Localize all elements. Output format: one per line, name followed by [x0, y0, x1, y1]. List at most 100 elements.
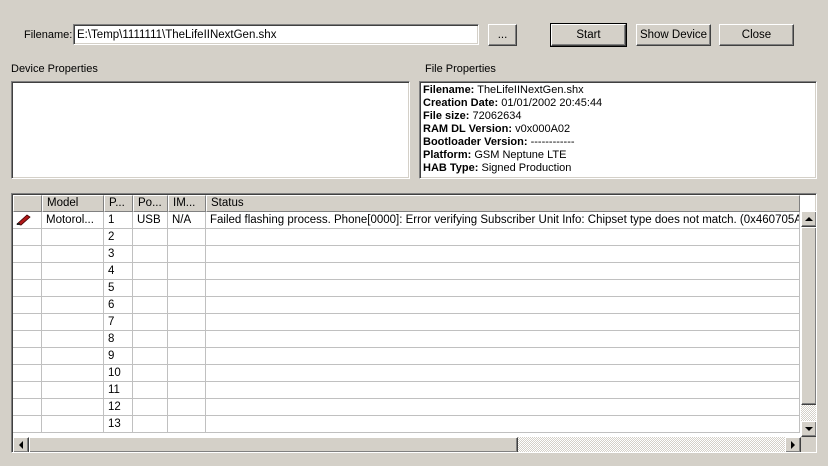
fp-bootloader-version: Bootloader Version: ------------	[423, 136, 575, 148]
cell-status	[206, 365, 800, 382]
table-row[interactable]: 8	[13, 331, 800, 348]
cell-imei	[168, 229, 206, 246]
table-row[interactable]: 7	[13, 314, 800, 331]
cell-imei: N/A	[168, 212, 206, 229]
cell-status	[206, 263, 800, 280]
fp-ram-dl-version: RAM DL Version: v0x000A02	[423, 123, 571, 135]
table-row[interactable]: 10	[13, 365, 800, 382]
scroll-down-button[interactable]	[801, 421, 816, 437]
cell-port: 1	[104, 212, 133, 229]
cell-port: 6	[104, 297, 133, 314]
cell-status	[206, 331, 800, 348]
table-row[interactable]: 2	[13, 229, 800, 246]
cell-port: 9	[104, 348, 133, 365]
cell-port-type	[133, 314, 168, 331]
cell-port-type: USB	[133, 212, 168, 229]
browse-button[interactable]: ...	[488, 24, 517, 46]
fp-platform: Platform: GSM Neptune LTE	[423, 149, 567, 161]
cell-status	[206, 280, 800, 297]
cell-port: 13	[104, 416, 133, 433]
cell-model	[42, 297, 104, 314]
column-header-icon[interactable]	[13, 195, 42, 212]
column-header-port-type[interactable]: Po...	[133, 195, 168, 212]
cell-port-type	[133, 416, 168, 433]
cell-port-type	[133, 348, 168, 365]
cell-imei	[168, 416, 206, 433]
column-header-port[interactable]: P...	[104, 195, 133, 212]
cell-status	[206, 314, 800, 331]
scrollbar-corner	[801, 437, 816, 452]
cell-icon	[13, 314, 42, 331]
cell-icon	[13, 229, 42, 246]
filename-input[interactable]	[73, 24, 479, 45]
column-header-model[interactable]: Model	[42, 195, 104, 212]
scroll-right-button[interactable]	[785, 437, 801, 452]
table-row[interactable]: 13	[13, 416, 800, 433]
horizontal-scroll-thumb[interactable]	[29, 437, 518, 452]
table-row[interactable]: Motorol... 1 USB N/A Failed flashing process…	[13, 212, 800, 229]
cell-status	[206, 382, 800, 399]
column-header-imei[interactable]: IM...	[168, 195, 206, 212]
cell-port: 10	[104, 365, 133, 382]
cell-port-type	[133, 382, 168, 399]
cell-imei	[168, 263, 206, 280]
cell-model	[42, 246, 104, 263]
table-row[interactable]: 6	[13, 297, 800, 314]
cell-port-type	[133, 246, 168, 263]
cell-icon	[13, 365, 42, 382]
cell-icon	[13, 399, 42, 416]
cell-icon	[13, 348, 42, 365]
grid-header: Model P... Po... IM... Status	[13, 195, 800, 212]
filename-label: Filename:	[24, 29, 73, 41]
arrow-right-icon	[791, 441, 795, 449]
cell-port: 5	[104, 280, 133, 297]
file-properties-panel[interactable]: Filename: TheLifeIINextGen.shx Creation …	[419, 81, 817, 179]
show-device-button[interactable]: Show Device	[636, 24, 711, 46]
table-row[interactable]: 11	[13, 382, 800, 399]
close-button[interactable]: Close	[719, 24, 794, 46]
device-properties-panel[interactable]	[11, 81, 410, 179]
cell-port: 7	[104, 314, 133, 331]
cell-model: Motorol...	[42, 212, 104, 229]
arrow-left-icon	[19, 441, 23, 449]
cell-icon	[13, 297, 42, 314]
device-grid[interactable]: Model P... Po... IM... Status Motorol...…	[11, 193, 817, 453]
cell-imei	[168, 297, 206, 314]
scroll-up-button[interactable]	[801, 211, 816, 227]
vertical-scroll-thumb[interactable]	[801, 227, 816, 405]
cell-port: 11	[104, 382, 133, 399]
device-properties-title: Device Properties	[11, 63, 98, 75]
cell-imei	[168, 314, 206, 331]
cell-status	[206, 297, 800, 314]
cell-icon	[13, 263, 42, 280]
cell-model	[42, 365, 104, 382]
cell-model	[42, 348, 104, 365]
table-row[interactable]: 4	[13, 263, 800, 280]
cell-status	[206, 399, 800, 416]
cell-status	[206, 416, 800, 433]
scroll-left-button[interactable]	[13, 437, 29, 452]
cell-status: Failed flashing process. Phone[0000]: Er…	[206, 212, 800, 229]
column-header-status[interactable]: Status	[206, 195, 800, 212]
cell-port-type	[133, 399, 168, 416]
start-button-label: Start	[576, 29, 601, 41]
cell-port: 2	[104, 229, 133, 246]
cell-model	[42, 416, 104, 433]
cell-icon	[13, 382, 42, 399]
cell-port-type	[133, 263, 168, 280]
table-row[interactable]: 9	[13, 348, 800, 365]
cell-model	[42, 331, 104, 348]
start-button[interactable]: Start	[550, 23, 627, 47]
arrow-up-icon	[805, 217, 813, 221]
browse-button-label: ...	[497, 29, 508, 41]
cell-imei	[168, 280, 206, 297]
cell-imei	[168, 365, 206, 382]
cell-model	[42, 263, 104, 280]
table-row[interactable]: 5	[13, 280, 800, 297]
grid-body: Motorol... 1 USB N/A Failed flashing process…	[13, 212, 800, 433]
cell-status	[206, 348, 800, 365]
cell-imei	[168, 246, 206, 263]
table-row[interactable]: 12	[13, 399, 800, 416]
cell-icon	[13, 331, 42, 348]
table-row[interactable]: 3	[13, 246, 800, 263]
